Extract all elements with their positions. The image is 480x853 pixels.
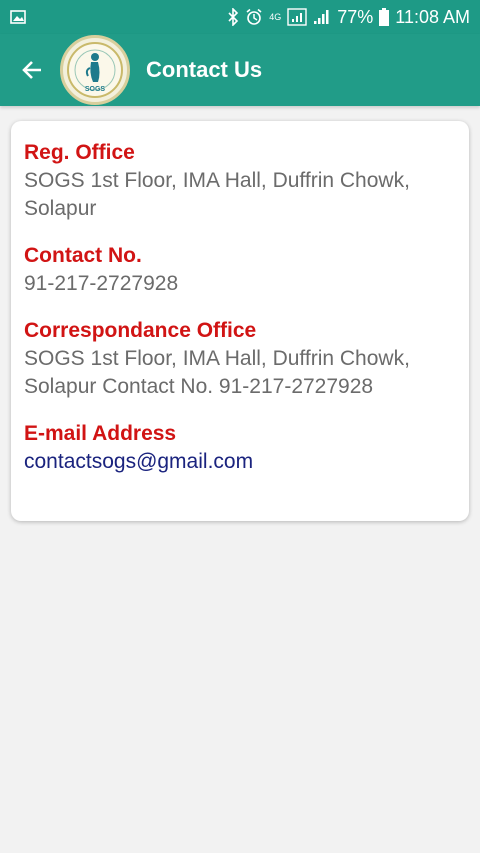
email-link[interactable]: contactsogs@gmail.com: [24, 448, 456, 476]
gallery-notification-icon: [10, 10, 26, 24]
correspondence-office-label: Correspondance Office: [24, 319, 257, 342]
page-title: Contact Us: [146, 57, 263, 82]
back-button[interactable]: [14, 52, 50, 88]
signal-icon: [313, 9, 331, 25]
svg-text:SOGS: SOGS: [85, 86, 106, 93]
battery-icon: [379, 8, 390, 26]
correspondence-office-address: SOGS 1st Floor, IMA Hall, Duffrin Chowk,…: [24, 347, 410, 398]
alarm-icon: [245, 8, 263, 26]
signal-boxed-icon: [287, 8, 307, 26]
back-arrow-icon: [20, 58, 44, 82]
reg-office-address: SOGS 1st Floor, IMA Hall, Duffrin Chowk,…: [24, 169, 410, 220]
bluetooth-icon: [227, 8, 239, 26]
email-label: E-mail Address: [24, 422, 177, 445]
email-section: E-mail Address contactsogs@gmail.com: [24, 420, 456, 476]
reg-office-label: Reg. Office: [24, 141, 135, 164]
battery-percent: 77%: [337, 6, 374, 27]
status-bar: 4G 77% 11:08 AM: [0, 0, 480, 34]
contact-card: Reg. Office SOGS 1st Floor, IMA Hall, Du…: [11, 121, 469, 521]
network-type: 4G: [269, 11, 282, 22]
correspondence-office-section: Correspondance Office SOGS 1st Floor, IM…: [24, 317, 456, 401]
contact-no-value[interactable]: 91-217-2727928: [24, 270, 456, 298]
app-bar: SOGS Contact Us: [0, 34, 480, 106]
clock: 11:08 AM: [395, 6, 470, 27]
contact-no-section: Contact No. 91-217-2727928: [24, 242, 456, 298]
sogs-logo: SOGS: [60, 35, 130, 105]
reg-office-section: Reg. Office SOGS 1st Floor, IMA Hall, Du…: [24, 139, 456, 223]
contact-no-label: Contact No.: [24, 244, 142, 267]
